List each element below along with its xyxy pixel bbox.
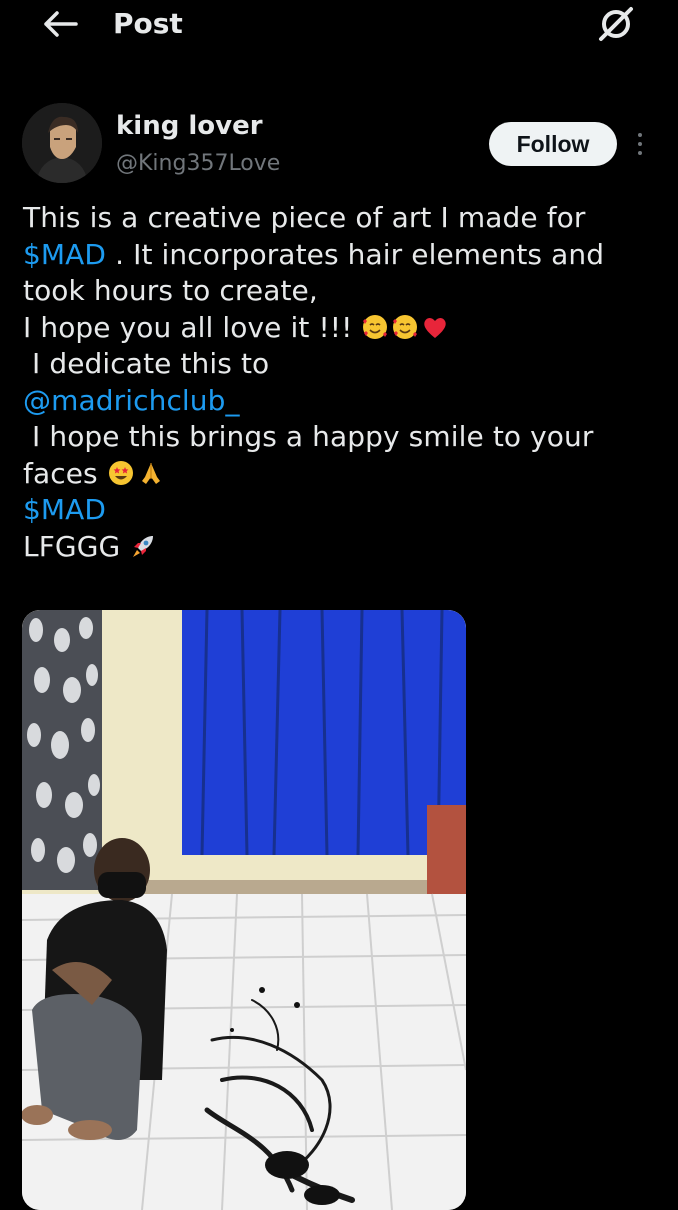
post-line-7: I hope this brings a happy smile to your	[23, 420, 594, 453]
post-line-4: I hope you all love it !!!	[23, 310, 362, 344]
rocket-icon	[133, 535, 154, 557]
avatar[interactable]	[22, 103, 102, 183]
cashtag-mad-2[interactable]: $MAD	[23, 493, 106, 526]
top-bar: Post	[0, 0, 678, 48]
author-handle[interactable]: @King357Love	[116, 149, 280, 179]
post-line-3: took hours to create,	[23, 274, 318, 307]
follow-button[interactable]: Follow	[489, 122, 617, 166]
dot	[638, 151, 642, 155]
post-line-10: LFGGG	[23, 529, 130, 563]
dot	[638, 142, 642, 146]
red-heart-icon	[424, 317, 447, 338]
photo-hair-art-icon	[22, 610, 466, 1210]
smiling-face-with-hearts-icon	[393, 314, 418, 339]
post-line-8: faces	[23, 456, 107, 490]
post-line-1: This is a creative piece of art I made f…	[23, 201, 586, 234]
avatar-image-icon	[22, 103, 102, 183]
mention-madrichclub[interactable]: @madrichclub_	[23, 384, 240, 417]
dot	[638, 133, 642, 137]
arrow-left-icon	[44, 11, 78, 37]
more-options-button[interactable]	[628, 126, 652, 162]
grok-button[interactable]	[594, 2, 638, 46]
smiling-face-with-hearts-icon	[363, 314, 388, 339]
cashtag-mad[interactable]: $MAD	[23, 238, 106, 271]
back-button[interactable]	[38, 6, 82, 42]
grok-icon	[599, 7, 633, 41]
post-media-image[interactable]	[22, 610, 466, 1210]
author-name[interactable]: king lover	[116, 110, 263, 142]
post-text: This is a creative piece of art I made f…	[23, 200, 663, 565]
post-line-2: . It incorporates hair elements and	[106, 237, 605, 271]
post-line-5: I dedicate this to	[23, 347, 270, 380]
star-struck-icon	[108, 460, 133, 485]
page-title: Post	[113, 7, 183, 40]
folded-hands-icon	[141, 462, 160, 484]
